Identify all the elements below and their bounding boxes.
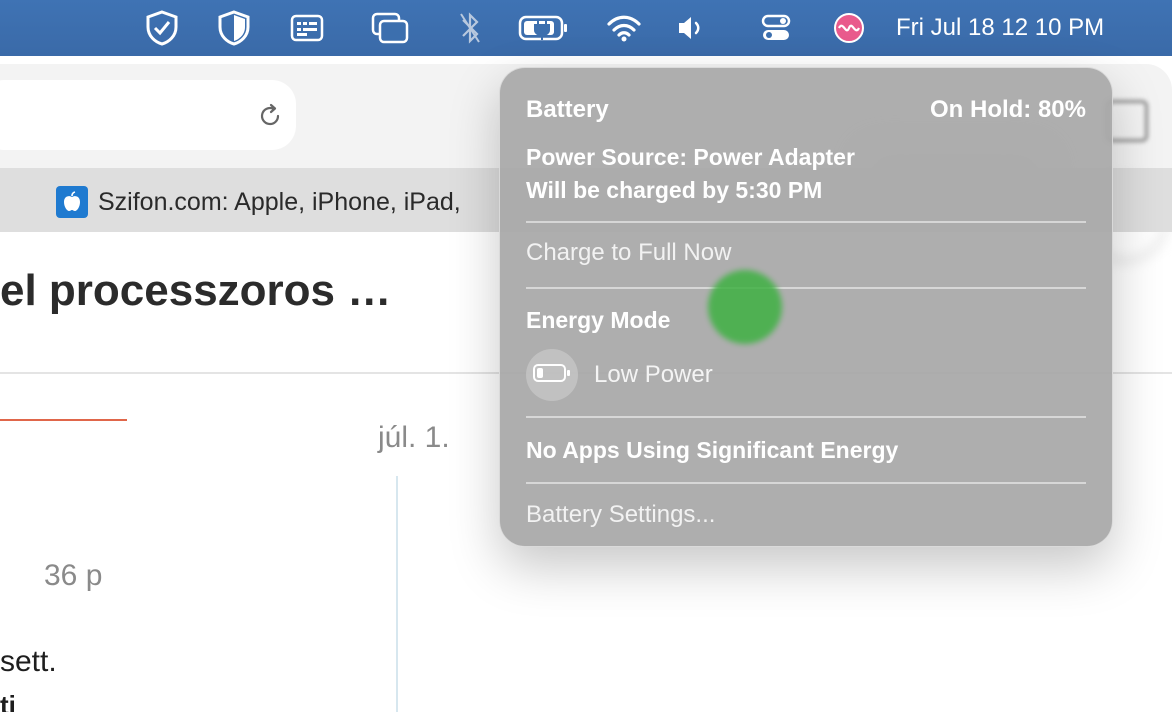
accent-underline (0, 419, 127, 421)
article-text-bold: ti (0, 690, 16, 712)
site-favicon-icon (56, 186, 88, 218)
battery-title: Battery (526, 96, 609, 123)
menu-bar-clock[interactable]: Fri Jul 18 12 10 PM (896, 13, 1104, 43)
apps-energy-status: No Apps Using Significant Energy (526, 437, 899, 463)
windows-icon[interactable] (370, 10, 410, 46)
article-text: sett. (0, 645, 57, 678)
charge-eta-text: Will be charged by 5:30 PM (526, 177, 823, 203)
article-title[interactable]: el processzoros … (0, 266, 391, 316)
siri-icon[interactable] (829, 10, 869, 46)
separator (526, 287, 1086, 289)
address-bar[interactable] (0, 80, 296, 150)
control-center-icon[interactable] (756, 10, 796, 46)
battery-status: On Hold: 80% (929, 96, 1086, 123)
article-meta: 36 p (44, 559, 103, 592)
energy-mode-header: Energy Mode (526, 307, 671, 333)
reload-icon[interactable] (254, 100, 286, 132)
battery-settings-button[interactable]: Battery Settings... (526, 500, 715, 530)
article-date: júl. 1. (378, 421, 450, 454)
shield-icon[interactable] (214, 10, 254, 46)
tab-title[interactable]: Szifon.com: Apple, iPhone, iPad, (98, 186, 461, 218)
charge-to-full-button[interactable]: Charge to Full Now (526, 238, 731, 268)
cursor-highlight (708, 270, 782, 344)
power-source-text: Power Source: Power Adapter (526, 144, 855, 170)
wifi-icon[interactable] (604, 10, 644, 46)
volume-icon[interactable] (670, 10, 710, 46)
separator (526, 416, 1086, 418)
menu-bar: Fri Jul 18 12 10 PM (0, 0, 1172, 56)
low-power-label[interactable]: Low Power (594, 360, 713, 390)
bluetooth-icon[interactable] (450, 10, 490, 46)
low-power-toggle[interactable] (526, 349, 578, 401)
separator (526, 482, 1086, 484)
shield-check-icon[interactable] (142, 10, 182, 46)
low-battery-icon (532, 362, 572, 389)
battery-menu-popover: Battery On Hold: 80% Power Source: Power… (499, 67, 1113, 547)
column-divider (396, 476, 398, 712)
battery-charging-icon[interactable] (518, 10, 570, 46)
keyboard-icon[interactable] (287, 10, 327, 46)
separator (526, 221, 1086, 223)
